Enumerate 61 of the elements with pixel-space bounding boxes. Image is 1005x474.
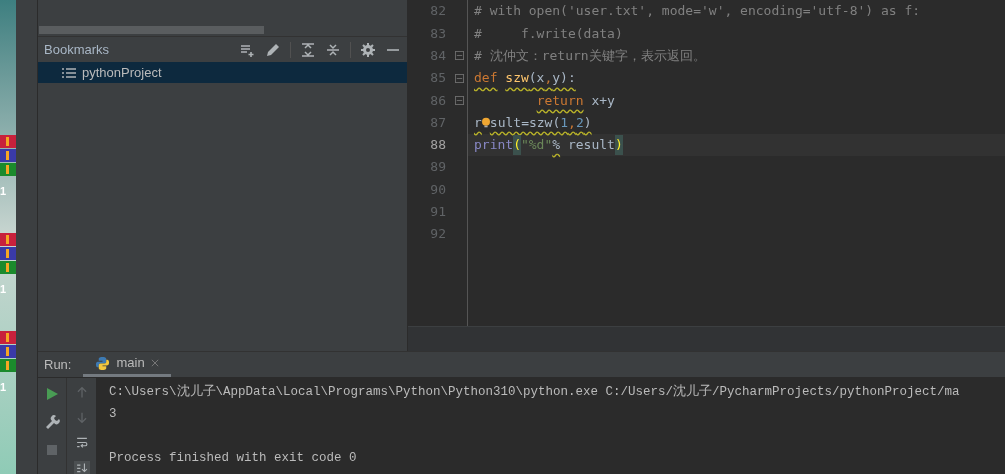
console-line: C:\Users\沈儿子\AppData\Local\Programs\Python\Python310\python.exe C:/Users/沈儿子/PycharmProjects/pythonProject/ma bbox=[109, 383, 961, 401]
code-token: ) bbox=[583, 113, 592, 132]
line-number: 90 bbox=[429, 180, 447, 199]
close-icon[interactable] bbox=[150, 359, 159, 367]
desktop-icon-label: 1 bbox=[0, 380, 8, 395]
run-label: Run: bbox=[44, 355, 72, 374]
run-icon[interactable] bbox=[44, 386, 60, 402]
code-token: # f.write(data) bbox=[474, 24, 623, 43]
code-token: return bbox=[535, 91, 584, 110]
fold-icon[interactable] bbox=[455, 73, 464, 83]
console-line: Process finished with exit code 0 bbox=[109, 450, 358, 467]
archive-icon[interactable] bbox=[0, 233, 16, 275]
code-token: % bbox=[552, 136, 561, 155]
code-token: print bbox=[474, 136, 514, 155]
code-token: ( bbox=[513, 135, 521, 155]
line-number: 87 bbox=[429, 113, 447, 132]
bookmark-item[interactable]: pythonProject bbox=[38, 62, 407, 83]
settings-icon[interactable] bbox=[360, 41, 376, 58]
code-token: , bbox=[568, 113, 576, 132]
archive-icon[interactable] bbox=[0, 331, 16, 373]
code-token: 2 bbox=[575, 113, 584, 132]
line-number: 91 bbox=[429, 203, 447, 222]
panel-title: Bookmarks bbox=[44, 40, 111, 59]
line-number: 83 bbox=[429, 24, 447, 43]
line-number: 92 bbox=[429, 225, 447, 244]
desktop-icon-label: 1 bbox=[0, 184, 8, 199]
code-token: "%d" bbox=[520, 136, 553, 155]
line-number: 89 bbox=[429, 158, 447, 177]
line-number: 85 bbox=[429, 69, 447, 88]
line-number: 86 bbox=[429, 91, 447, 110]
code-token: result bbox=[566, 136, 615, 155]
code-token: (x bbox=[528, 69, 545, 88]
pencil-icon[interactable] bbox=[265, 41, 281, 58]
line-number: 82 bbox=[429, 2, 447, 21]
list-icon bbox=[62, 66, 76, 79]
code-token: y): bbox=[552, 69, 576, 88]
collapse-icon[interactable] bbox=[325, 41, 341, 58]
lightbulb-icon[interactable] bbox=[481, 117, 490, 129]
code-token: r bbox=[474, 113, 482, 132]
code-token: sult=szw( bbox=[489, 113, 561, 132]
scroll-to-end-icon[interactable] bbox=[73, 461, 90, 474]
expand-icon[interactable] bbox=[300, 41, 316, 58]
code-token: # with open('user.txt', mode='w', encoding='utf-8') as f: bbox=[474, 2, 921, 21]
code-area[interactable]: # with open('user.txt', mode='w', encoding='utf-8') as f: # f.write(data) # 沈仲文：return关键字，表示返回。 def szw(x,y): return x+y r sult=szw(1,2) print("%d"% result) bbox=[467, 0, 1005, 326]
code-token: szw bbox=[504, 69, 529, 88]
code-token: ) bbox=[614, 135, 623, 155]
fold-icon[interactable] bbox=[455, 95, 464, 105]
line-number: 88 bbox=[429, 136, 447, 155]
python-icon bbox=[95, 355, 111, 371]
wrench-icon[interactable] bbox=[44, 414, 60, 430]
code-token: , bbox=[544, 69, 553, 88]
desktop-icon-label: 1 bbox=[0, 282, 8, 297]
fold-icon[interactable] bbox=[455, 51, 464, 61]
code-token: def bbox=[474, 69, 498, 88]
scrollbar[interactable] bbox=[39, 26, 264, 34]
archive-icon[interactable] bbox=[0, 135, 16, 177]
code-token: 1 bbox=[560, 113, 569, 132]
console-line: 3 bbox=[109, 406, 118, 423]
code-token: x+y bbox=[590, 91, 615, 110]
code-token: # 沈仲文：return关键字，表示返回。 bbox=[474, 47, 706, 65]
line-number: 84 bbox=[429, 47, 447, 65]
